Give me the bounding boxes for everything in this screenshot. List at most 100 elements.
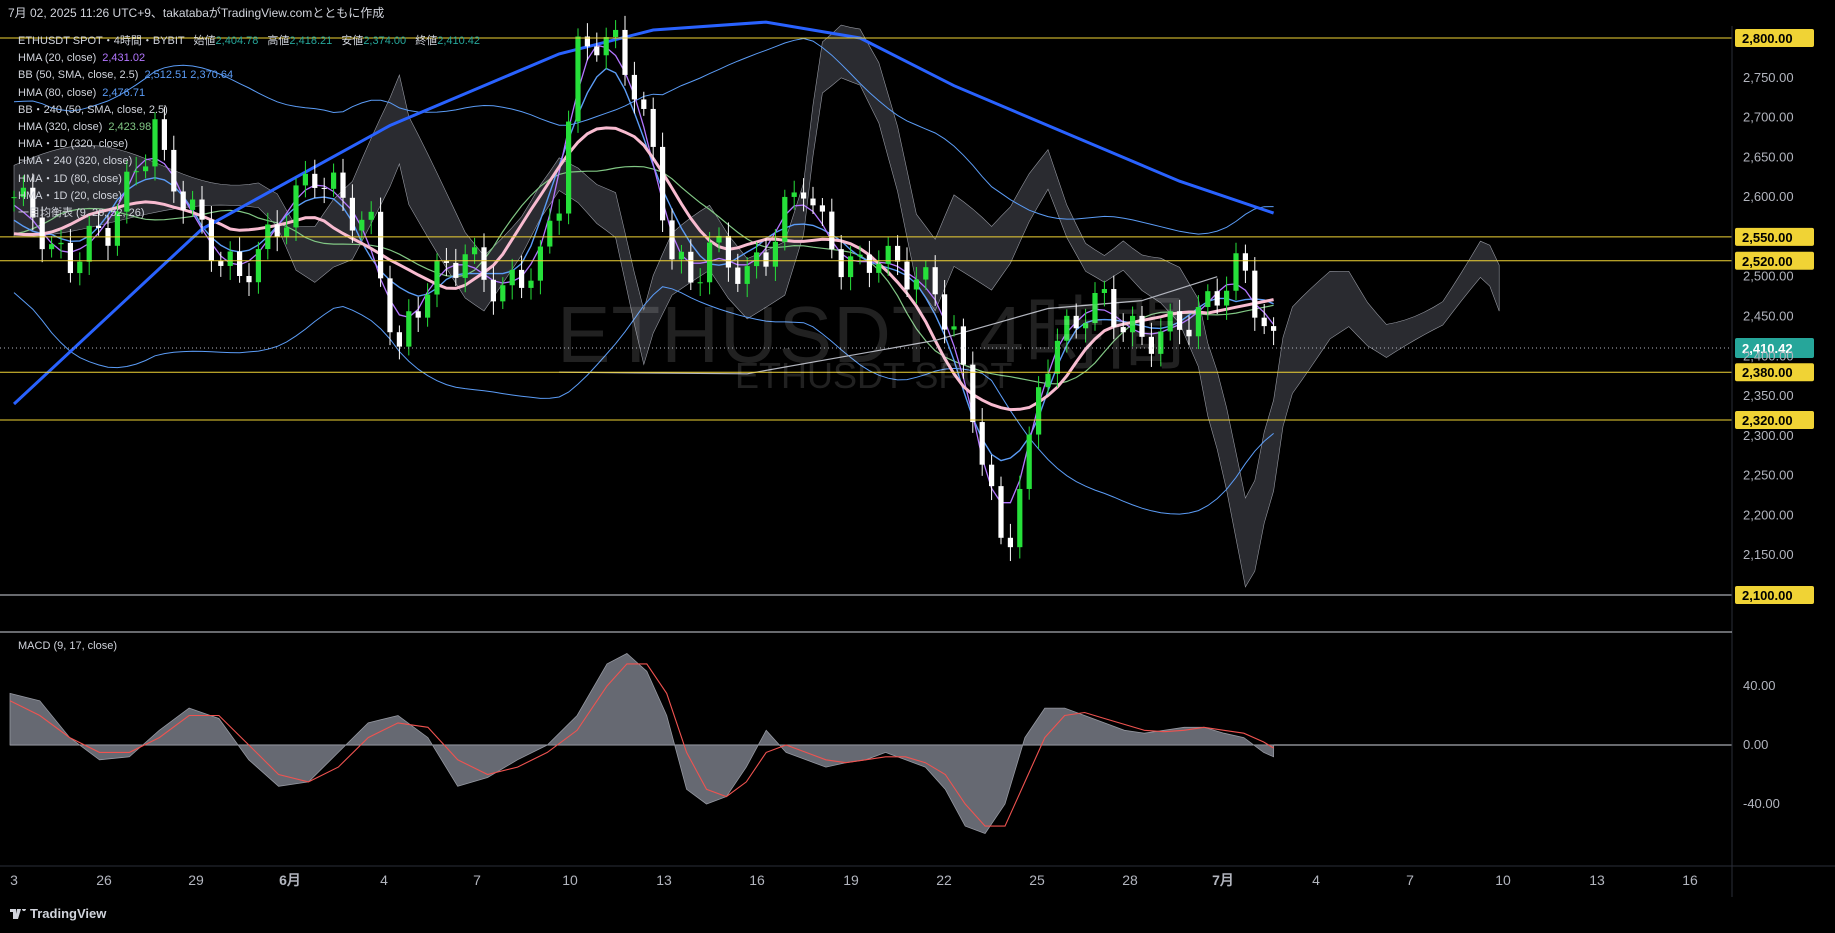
candle-down <box>443 261 449 263</box>
candle-up <box>425 294 431 318</box>
legend-indicator-row[interactable]: HMA・240 (320, close) <box>18 153 480 170</box>
candle-up <box>86 225 92 262</box>
candle-down <box>396 332 402 347</box>
candle-down <box>669 220 675 260</box>
legend-indicator-row[interactable]: HMA (320, close) 2,423.98 <box>18 119 480 136</box>
candle-up <box>1233 253 1239 291</box>
legend-indicator-row[interactable]: HMA・1D (80, close) <box>18 171 480 188</box>
candle-up <box>58 242 64 245</box>
indicator-name: HMA (80, close) <box>18 86 97 99</box>
legend-indicator-row[interactable]: 一目均衡表 (9, 26, 52, 26) <box>18 205 480 222</box>
candle-up <box>1026 434 1032 489</box>
x-tick-label: 29 <box>188 872 204 888</box>
legend-indicator-row[interactable]: HMA・1D (320, close) <box>18 136 480 153</box>
candle-up <box>1017 488 1023 548</box>
x-tick-label: 28 <box>1122 872 1138 888</box>
candle-down <box>725 235 731 268</box>
y-tick-label: 2,450.00 <box>1743 309 1794 324</box>
candle-down <box>631 74 637 100</box>
candle-down <box>67 242 73 274</box>
candle-up <box>1195 307 1201 337</box>
indicator-value: 2,476.71 <box>102 86 146 99</box>
x-tick-label: 7月 <box>1212 872 1234 888</box>
price-level-label: 2,320.00 <box>1742 413 1793 428</box>
tradingview-logo[interactable]: TradingView <box>10 906 106 921</box>
candle-down <box>519 269 525 288</box>
candle-up <box>791 192 797 197</box>
legend-indicator-row[interactable]: HMA・1D (20, close) <box>18 188 480 205</box>
candle-down <box>1271 326 1277 331</box>
indicator-name: BB・240 (50, SMA, close, 2.5) <box>18 103 168 116</box>
x-tick-label: 26 <box>96 872 112 888</box>
candle-down <box>1242 253 1248 271</box>
y-tick-label: 2,150.00 <box>1743 547 1794 562</box>
candle-up <box>406 311 412 347</box>
price-level-label: 2,800.00 <box>1742 31 1793 46</box>
price-level-label: 2,380.00 <box>1742 365 1793 380</box>
candle-up <box>547 220 553 247</box>
candle-up <box>49 244 55 250</box>
indicator-value: 2,423.98 <box>108 121 152 134</box>
x-tick-label: 10 <box>562 872 578 888</box>
legend-indicator-row[interactable]: HMA (20, close) 2,431.02 <box>18 50 480 67</box>
symbol-label[interactable]: ETHUSDT SPOT・4時間・BYBIT <box>18 35 184 47</box>
legend-indicator-row[interactable]: BB (50, SMA, close, 2.5) 2,512.51 2,370.6… <box>18 67 480 84</box>
candle-down <box>481 247 487 280</box>
close-label: 終値 <box>415 35 438 47</box>
candle-up <box>1036 387 1042 435</box>
close-value: 2,410.42 <box>437 35 481 47</box>
tradingview-logo-icon <box>10 907 26 919</box>
candle-down <box>979 422 985 465</box>
y-tick-label: 2,750.00 <box>1743 70 1794 85</box>
candle-up <box>255 249 261 283</box>
candle-down <box>387 278 393 333</box>
open-label: 始値 <box>193 35 216 47</box>
indicator-name: 一目均衡表 (9, 26, 52, 26) <box>18 207 145 220</box>
y-tick-label: 2,350.00 <box>1743 388 1794 403</box>
candle-up <box>284 227 290 237</box>
candle-up <box>772 241 778 267</box>
legend-indicator-row[interactable]: HMA (80, close) 2,476.71 <box>18 85 480 102</box>
candle-up <box>556 213 562 221</box>
indicator-name: HMA・1D (20, close) <box>18 189 122 202</box>
indicator-name: HMA (320, close) <box>18 121 103 134</box>
candle-up <box>77 261 83 274</box>
price-level-label: 2,550.00 <box>1742 230 1793 245</box>
candle-down <box>829 211 835 250</box>
candle-down <box>1261 317 1267 327</box>
legend-indicator-row[interactable]: BB・240 (50, SMA, close, 2.5) <box>18 102 480 119</box>
candle-up <box>528 280 534 288</box>
candle-down <box>208 219 214 261</box>
indicator-value: 2,431.02 <box>102 52 146 65</box>
tradingview-brand: TradingView <box>30 906 107 921</box>
candle-down <box>622 29 628 75</box>
x-tick-label: 13 <box>1589 872 1605 888</box>
candle-up <box>613 29 619 38</box>
macd-tick-label: 40.00 <box>1743 678 1776 693</box>
candle-down <box>1214 291 1220 306</box>
macd-tick-label: -40.00 <box>1743 796 1780 811</box>
footer <box>0 897 1835 933</box>
chart-legend: ETHUSDT SPOT・4時間・BYBIT 始値2,404.78 高値2,41… <box>18 33 480 222</box>
candle-down <box>1252 270 1258 318</box>
indicator-name: BB (50, SMA, close, 2.5) <box>18 69 139 82</box>
indicator-name: HMA・240 (320, close) <box>18 155 133 168</box>
macd-legend[interactable]: MACD (9, 17, close) <box>18 640 117 652</box>
candle-down <box>246 276 252 283</box>
candle-down <box>801 192 807 199</box>
candle-down <box>998 486 1004 538</box>
y-tick-label: 2,250.00 <box>1743 468 1794 483</box>
candle-down <box>39 217 45 250</box>
ohlc-row[interactable]: ETHUSDT SPOT・4時間・BYBIT 始値2,404.78 高値2,41… <box>18 33 480 50</box>
candle-down <box>989 464 995 487</box>
candle-down <box>1007 537 1013 548</box>
candle-up <box>1224 290 1230 306</box>
x-tick-label: 6月 <box>279 872 301 888</box>
candle-down <box>810 198 816 206</box>
candle-down <box>641 99 647 109</box>
candle-up <box>603 37 609 56</box>
candle-down <box>1186 329 1192 337</box>
price-level-label: 2,100.00 <box>1742 588 1793 603</box>
candle-up <box>509 269 515 286</box>
y-tick-label: 2,300.00 <box>1743 428 1794 443</box>
